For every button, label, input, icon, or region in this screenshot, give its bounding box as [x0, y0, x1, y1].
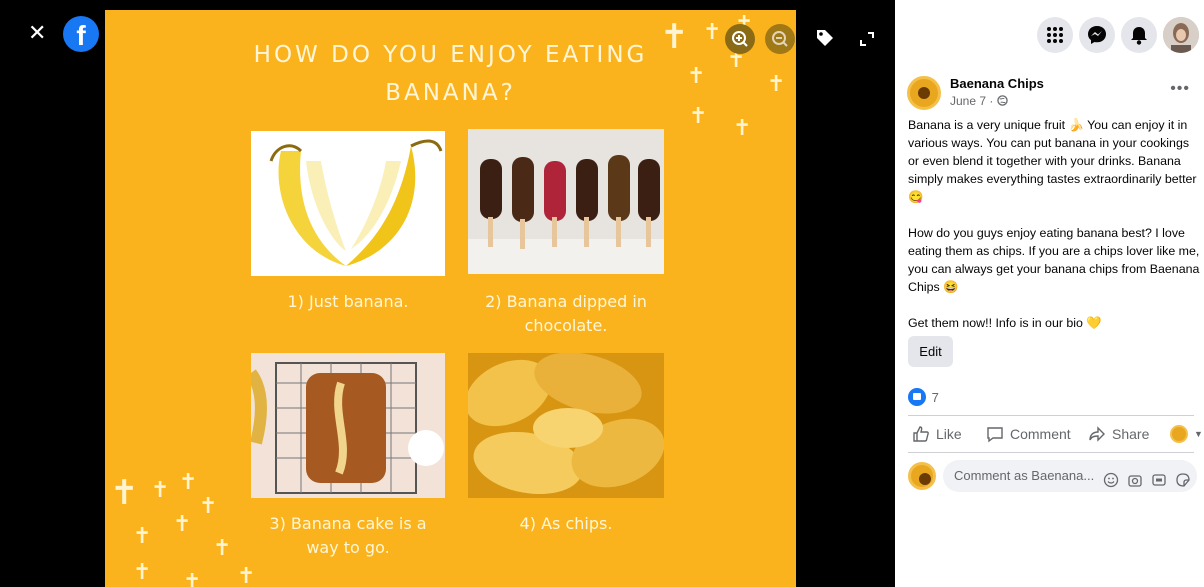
caption-3-line-1: 3) Banana cake is a — [269, 514, 427, 533]
caption-2-line-2: chocolate. — [524, 316, 608, 335]
profile-avatar[interactable] — [1163, 17, 1199, 53]
post-text: Banana is a very unique fruit 🍌 You can … — [908, 116, 1200, 350]
sparkle-decoration: ✝ — [110, 473, 139, 513]
sparkle-decoration: ✝ — [183, 570, 202, 587]
globe-icon — [996, 95, 1008, 109]
facebook-logo[interactable]: f — [63, 16, 99, 52]
notifications-bell-icon[interactable] — [1121, 17, 1157, 53]
tag-icon[interactable] — [815, 28, 835, 53]
sparkle-decoration: ✝ — [703, 20, 722, 45]
sparkle-decoration: ✝ — [213, 536, 232, 561]
share-label: Share — [1112, 426, 1150, 442]
caption-2: 2) Banana dipped in chocolate. — [460, 290, 672, 338]
commenter-avatar — [908, 462, 936, 490]
share-button[interactable]: Share — [1088, 425, 1149, 443]
reaction-count: 7 — [931, 389, 939, 405]
post-image: HOW DO YOU ENJOY EATING BANANA? 1) Just … — [105, 10, 796, 587]
caption-1: 1) Just banana. — [251, 290, 445, 314]
like-reaction-icon — [908, 388, 926, 406]
caption-4: 4) As chips. — [468, 512, 664, 536]
like-button[interactable]: Like — [912, 425, 962, 443]
more-options-icon[interactable]: ••• — [1170, 80, 1190, 98]
post-paragraph: How do you guys enjoy eating banana best… — [908, 226, 1200, 294]
caption-2-line-1: 2) Banana dipped in — [485, 292, 647, 311]
sparkle-decoration: ✝ — [767, 72, 786, 97]
photo-viewer: ✕ f HOW DO YOU ENJOY EATING BANANA? 1) J… — [0, 0, 895, 587]
photo-banana-chips — [468, 353, 664, 498]
top-bar — [895, 0, 1204, 72]
post-actions: Like Comment Share ▼ — [908, 421, 1203, 449]
sparkle-decoration: ✝ — [660, 17, 689, 57]
gif-icon[interactable] — [1151, 468, 1167, 486]
post-date[interactable]: June 7 · — [950, 94, 1008, 109]
sticker-icon[interactable] — [1175, 468, 1191, 487]
photo-just-banana — [251, 131, 445, 276]
comment-input[interactable]: Comment as Baenana... — [943, 460, 1197, 492]
comment-button[interactable]: Comment — [986, 425, 1071, 443]
like-label: Like — [936, 426, 962, 442]
divider — [908, 452, 1194, 453]
comment-label: Comment — [1010, 426, 1071, 442]
thumbs-up-icon — [913, 426, 929, 442]
caption-3-line-2: way to go. — [306, 538, 390, 557]
caption-1-line-1: 1) Just banana. — [287, 292, 409, 311]
post-paragraph: Get them now!! Info is in our bio 💛 — [908, 316, 1102, 330]
photo-banana-cake — [251, 353, 445, 498]
sparkle-decoration: ✝ — [133, 560, 152, 585]
post-as-selector[interactable]: ▼ — [1170, 425, 1203, 443]
photo-chocolate-banana — [468, 129, 664, 274]
post-date-text: June 7 · — [950, 94, 997, 108]
sparkle-decoration: ✝ — [173, 512, 192, 537]
comment-icon — [987, 427, 1003, 443]
sparkle-decoration: ✝ — [237, 564, 256, 587]
post-side-panel: Baenana Chips June 7 · ••• Banana is a v… — [895, 0, 1204, 587]
caption-4-line-1: 4) As chips. — [519, 514, 613, 533]
zoom-in-icon[interactable] — [725, 24, 755, 54]
comment-composer: Comment as Baenana... — [908, 458, 1197, 492]
post-paragraph: Banana is a very unique fruit 🍌 You can … — [908, 118, 1197, 204]
messenger-icon[interactable] — [1079, 17, 1115, 53]
zoom-out-icon[interactable] — [765, 24, 795, 54]
page-avatar[interactable] — [907, 76, 941, 110]
sparkle-decoration: ✝ — [179, 470, 198, 495]
page-name[interactable]: Baenana Chips — [950, 76, 1044, 91]
share-icon — [1089, 426, 1105, 442]
sparkle-decoration: ✝ — [689, 104, 708, 129]
sparkle-decoration: ✝ — [151, 478, 170, 503]
sparkle-decoration: ✝ — [133, 524, 152, 549]
divider — [908, 415, 1194, 416]
sparkle-decoration: ✝ — [687, 64, 706, 89]
emoji-icon[interactable] — [1103, 468, 1119, 488]
comment-placeholder: Comment as Baenana... — [954, 468, 1095, 483]
post-header: Baenana Chips June 7 · — [907, 76, 1044, 110]
reaction-summary[interactable]: 7 — [908, 388, 939, 406]
fullscreen-icon[interactable] — [860, 32, 874, 51]
sparkle-decoration: ✝ — [199, 494, 218, 519]
camera-icon[interactable] — [1127, 468, 1143, 487]
chevron-down-icon: ▼ — [1194, 429, 1203, 439]
sparkle-decoration: ✝ — [733, 116, 752, 141]
page-avatar-small — [1170, 425, 1188, 443]
menu-grid-icon[interactable] — [1037, 17, 1073, 53]
close-icon[interactable]: ✕ — [28, 22, 46, 44]
edit-button[interactable]: Edit — [908, 336, 953, 367]
caption-3: 3) Banana cake is a way to go. — [245, 512, 451, 560]
